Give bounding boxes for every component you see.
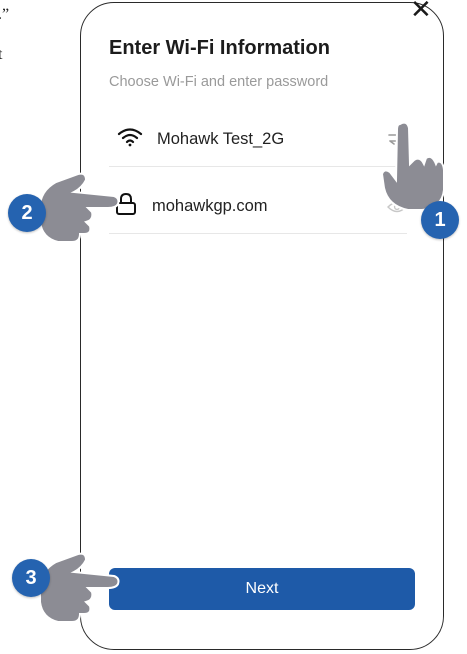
next-button[interactable]: Next xyxy=(109,568,415,610)
phone-frame xyxy=(80,2,444,650)
background-text-quote: .” xyxy=(0,6,10,23)
wifi-icon xyxy=(117,126,143,153)
dialog-subtitle: Choose Wi-Fi and enter password xyxy=(109,74,329,90)
password-field[interactable]: mohawkgp.com xyxy=(152,197,268,216)
wifi-network-row[interactable]: Mohawk Test_2G xyxy=(109,113,407,167)
row-divider xyxy=(109,166,407,167)
callout-badge-1: 1 xyxy=(421,201,459,239)
pointing-hand-icon xyxy=(38,172,120,243)
pointing-hand-icon xyxy=(380,121,445,211)
close-icon[interactable]: ✕ xyxy=(410,0,432,23)
background-text-fragment: t xyxy=(0,46,3,63)
wifi-network-name: Mohawk Test_2G xyxy=(157,130,285,148)
callout-badge-2: 2 xyxy=(8,194,46,232)
password-row[interactable]: mohawkgp.com xyxy=(109,180,407,234)
callout-badge-3: 3 xyxy=(12,559,50,597)
dialog-title: Enter Wi-Fi Information xyxy=(109,37,330,59)
row-divider xyxy=(109,233,407,234)
